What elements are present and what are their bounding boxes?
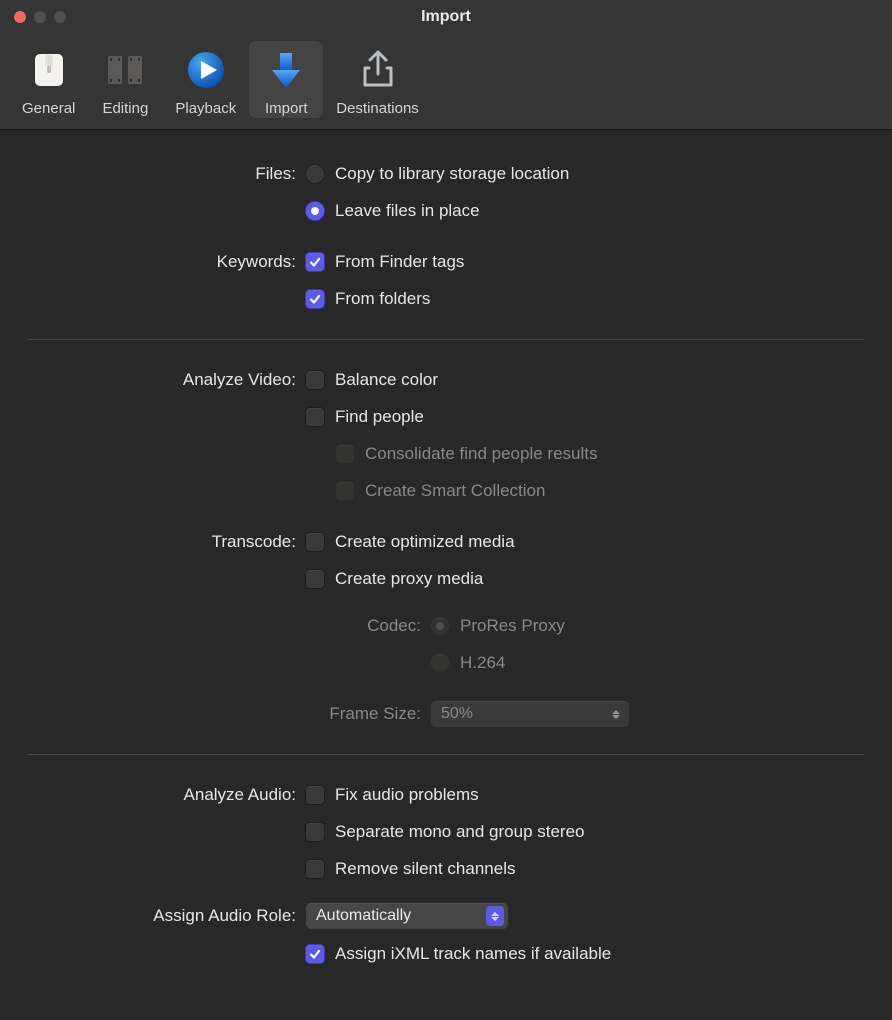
tab-label: Playback <box>175 100 236 117</box>
keywords-label: Keywords: <box>0 252 305 272</box>
popup-chevrons-icon <box>486 906 504 926</box>
smart-collection-label: Create Smart Collection <box>365 481 545 501</box>
keywords-folders-label[interactable]: From folders <box>335 289 430 309</box>
import-download-icon <box>260 44 312 96</box>
smart-collection-checkbox <box>335 481 355 501</box>
find-people-checkbox[interactable] <box>305 407 325 427</box>
tab-playback[interactable]: Playback <box>163 40 248 119</box>
popup-chevrons-icon <box>607 704 625 724</box>
window-zoom-button[interactable] <box>54 11 66 23</box>
assign-role-popup[interactable]: Automatically <box>305 902 509 930</box>
ixml-checkbox[interactable] <box>305 944 325 964</box>
codec-h264-radio <box>430 653 450 673</box>
section-divider <box>28 754 864 755</box>
remove-silent-label[interactable]: Remove silent channels <box>335 859 515 879</box>
files-copy-radio[interactable] <box>305 164 325 184</box>
files-label: Files: <box>0 164 305 184</box>
tab-general[interactable]: General <box>10 40 87 119</box>
ixml-label[interactable]: Assign iXML track names if available <box>335 944 611 964</box>
playback-play-icon <box>180 44 232 96</box>
import-settings-form: Files: Copy to library storage location … <box>0 130 892 970</box>
codec-label: Codec: <box>305 616 430 636</box>
find-people-label[interactable]: Find people <box>335 407 424 427</box>
tab-editing[interactable]: Editing <box>87 40 163 119</box>
tab-label: Destinations <box>336 100 419 117</box>
tab-label: General <box>22 100 75 117</box>
general-switch-icon <box>23 44 75 96</box>
keywords-tags-checkbox[interactable] <box>305 252 325 272</box>
separate-mono-checkbox[interactable] <box>305 822 325 842</box>
titlebar: Import <box>0 0 892 34</box>
codec-prores-radio <box>430 616 450 636</box>
proxy-media-checkbox[interactable] <box>305 569 325 589</box>
tab-import[interactable]: Import <box>248 40 324 119</box>
assign-role-value: Automatically <box>316 907 411 925</box>
transcode-label: Transcode: <box>0 532 305 552</box>
window-controls <box>0 11 66 23</box>
balance-color-label[interactable]: Balance color <box>335 370 438 390</box>
destinations-share-icon <box>352 44 404 96</box>
consolidate-checkbox <box>335 444 355 464</box>
files-copy-label[interactable]: Copy to library storage location <box>335 164 569 184</box>
assign-role-label: Assign Audio Role: <box>0 906 305 926</box>
codec-h264-label: H.264 <box>460 653 505 673</box>
codec-prores-label: ProRes Proxy <box>460 616 565 636</box>
optimized-media-label[interactable]: Create optimized media <box>335 532 515 552</box>
optimized-media-checkbox[interactable] <box>305 532 325 552</box>
frame-size-popup: 50% <box>430 700 630 728</box>
files-leave-radio[interactable] <box>305 201 325 221</box>
window-close-button[interactable] <box>14 11 26 23</box>
proxy-media-label[interactable]: Create proxy media <box>335 569 483 589</box>
remove-silent-checkbox[interactable] <box>305 859 325 879</box>
section-divider <box>28 339 864 340</box>
window-title: Import <box>0 8 892 26</box>
window-minimize-button[interactable] <box>34 11 46 23</box>
tab-destinations[interactable]: Destinations <box>324 40 431 119</box>
keywords-tags-label[interactable]: From Finder tags <box>335 252 464 272</box>
preferences-toolbar: General Editing <box>0 34 892 130</box>
tab-label: Editing <box>102 100 148 117</box>
fix-audio-label[interactable]: Fix audio problems <box>335 785 479 805</box>
analyze-audio-label: Analyze Audio: <box>0 785 305 805</box>
frame-size-value: 50% <box>441 705 473 723</box>
separate-mono-label[interactable]: Separate mono and group stereo <box>335 822 585 842</box>
keywords-folders-checkbox[interactable] <box>305 289 325 309</box>
analyze-video-label: Analyze Video: <box>0 370 305 390</box>
frame-size-label: Frame Size: <box>305 704 430 724</box>
editing-filmstrip-icon <box>99 44 151 96</box>
tab-label: Import <box>265 100 308 117</box>
files-leave-label[interactable]: Leave files in place <box>335 201 480 221</box>
balance-color-checkbox[interactable] <box>305 370 325 390</box>
consolidate-label: Consolidate find people results <box>365 444 597 464</box>
fix-audio-checkbox[interactable] <box>305 785 325 805</box>
